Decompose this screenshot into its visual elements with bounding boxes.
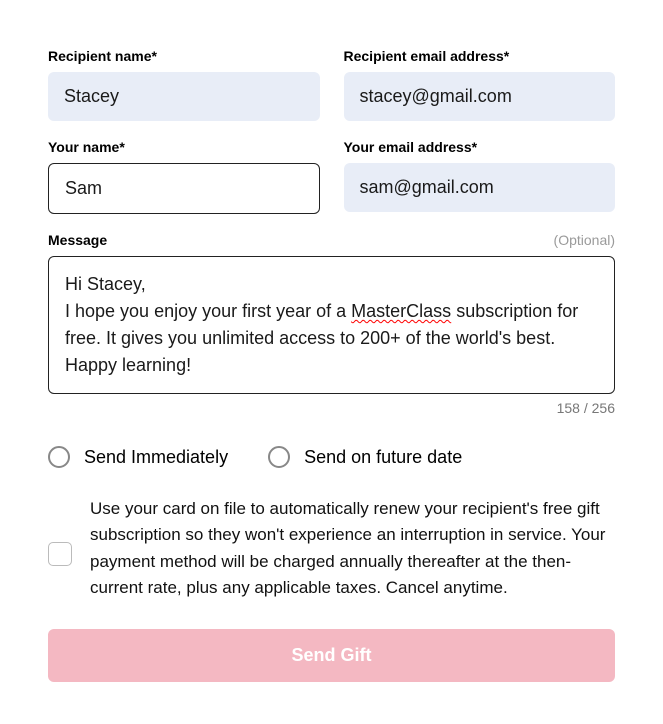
your-email-input[interactable] [344, 163, 616, 212]
radio-icon [48, 446, 70, 468]
send-gift-button[interactable]: Send Gift [48, 629, 615, 682]
message-label: Message [48, 232, 107, 248]
your-name-input[interactable] [48, 163, 320, 214]
send-future-label: Send on future date [304, 447, 462, 468]
message-optional-tag: (Optional) [554, 232, 615, 248]
your-name-label: Your name* [48, 139, 320, 155]
radio-icon [268, 446, 290, 468]
your-email-label: Your email address* [344, 139, 616, 155]
recipient-email-input[interactable] [344, 72, 616, 121]
message-counter: 158 / 256 [48, 400, 615, 416]
send-immediately-radio[interactable]: Send Immediately [48, 446, 228, 468]
auto-renew-text: Use your card on file to automatically r… [90, 496, 615, 601]
recipient-name-label: Recipient name* [48, 48, 320, 64]
recipient-name-input[interactable] [48, 72, 320, 121]
send-future-radio[interactable]: Send on future date [268, 446, 462, 468]
auto-renew-checkbox[interactable] [48, 542, 72, 566]
send-immediately-label: Send Immediately [84, 447, 228, 468]
recipient-email-label: Recipient email address* [344, 48, 616, 64]
message-textarea[interactable]: Hi Stacey,I hope you enjoy your first ye… [48, 256, 615, 394]
